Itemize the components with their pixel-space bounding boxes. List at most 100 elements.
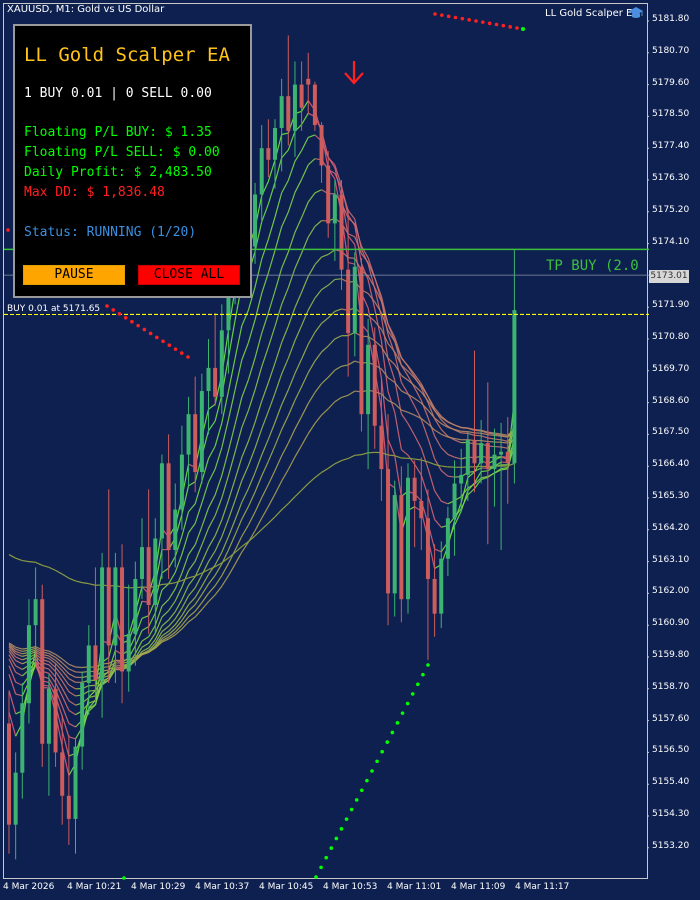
ma-ribbon-segment [287, 307, 296, 327]
ma-ribbon-segment [341, 364, 349, 367]
candle-body [66, 795, 71, 819]
ma-ribbon-segment [307, 423, 316, 434]
slow-ma-segment [327, 463, 336, 469]
candle-body [379, 425, 384, 470]
ma-ribbon-segment [294, 358, 303, 374]
slow-ma-segment [55, 569, 63, 575]
ma-ribbon-segment [227, 479, 236, 501]
ma-ribbon-segment [247, 389, 256, 411]
candle-body [219, 330, 224, 397]
slow-ma-segment [441, 465, 448, 468]
ma-ribbon-segment [261, 484, 269, 499]
sar-dot-bear [186, 355, 190, 359]
slow-ma-segment [354, 454, 362, 456]
ea-dashboard-panel: LL Gold Scalper EA 1 BUY 0.01 | 0 SELL 0… [13, 24, 252, 298]
candle-body [386, 469, 391, 594]
ma-ribbon-segment [301, 164, 309, 180]
slow-ma-segment [35, 561, 43, 566]
ma-ribbon-segment [294, 325, 303, 341]
sar-dot-bull [329, 846, 334, 850]
ma-ribbon-segment [254, 497, 263, 513]
ma-ribbon-segment [301, 236, 309, 254]
ma-ribbon-segment [367, 314, 376, 322]
ma-ribbon-segment [294, 150, 303, 162]
ma-ribbon-segment [400, 449, 409, 456]
slow-ma-segment [261, 522, 269, 530]
ma-ribbon-segment [287, 192, 296, 213]
slow-ma-segment [407, 457, 415, 460]
ma-ribbon-segment [274, 429, 283, 447]
ma-ribbon-segment [227, 358, 236, 392]
ma-ribbon-segment [194, 526, 203, 545]
ma-ribbon-segment [168, 600, 176, 612]
ma-ribbon-segment [287, 456, 296, 470]
slow-ma-segment [307, 477, 316, 484]
ma-ribbon-segment [327, 401, 336, 410]
ma-ribbon-segment [334, 365, 342, 371]
ma-ribbon-segment [481, 470, 488, 473]
ma-ribbon-segment [15, 671, 23, 677]
slow-ma-segment [267, 516, 276, 524]
ma-ribbon-segment [314, 289, 323, 299]
ma-ribbon-segment [467, 432, 475, 436]
sar-dot-bull [122, 876, 126, 880]
ma-ribbon-segment [427, 468, 436, 491]
sar-dot-bear [117, 312, 122, 316]
close-all-button[interactable]: CLOSE ALL [138, 265, 240, 285]
ma-ribbon-segment [447, 475, 455, 478]
ma-ribbon-segment [261, 411, 269, 430]
candle-body [425, 518, 430, 579]
sar-dot-bear [433, 12, 437, 16]
ma-ribbon-segment [314, 256, 323, 266]
ma-ribbon-segment [141, 626, 149, 632]
ma-ribbon-segment [281, 251, 289, 269]
ma-ribbon-segment [141, 642, 149, 648]
sar-dot-bear [487, 21, 492, 26]
candle-body [133, 578, 138, 634]
ma-ribbon-segment [287, 340, 296, 359]
time-tick: 4 Mar 10:37 [195, 882, 250, 892]
ma-ribbon-segment [15, 646, 23, 650]
ma-ribbon-segment [327, 157, 336, 166]
ma-ribbon-segment [281, 287, 289, 305]
slow-ma-segment [28, 561, 36, 563]
ma-ribbon-segment [188, 610, 196, 618]
ma-ribbon-segment [301, 433, 309, 446]
slow-ma-segment [22, 559, 30, 563]
ma-ribbon-segment [301, 403, 309, 417]
pause-button[interactable]: PAUSE [23, 265, 125, 285]
sar-dot-bear [155, 335, 159, 340]
ma-ribbon-segment [267, 159, 276, 182]
ma-ribbon-segment [227, 451, 236, 476]
ma-ribbon-segment [441, 500, 449, 505]
ma-ribbon-segment [347, 390, 356, 396]
ma-ribbon-segment [261, 312, 269, 334]
ma-ribbon-segment [294, 445, 303, 458]
candle-body [412, 477, 417, 501]
ma-ribbon-segment [287, 373, 296, 391]
ma-ribbon-segment [174, 554, 183, 573]
sar-dot-bear [440, 13, 444, 17]
ma-ribbon-segment [201, 547, 210, 563]
ma-ribbon-segment [274, 268, 283, 292]
ma-ribbon-segment [68, 668, 76, 673]
ma-ribbon-segment [321, 345, 329, 353]
ma-ribbon-segment [207, 535, 216, 548]
candle-body [199, 391, 204, 472]
candle-body [159, 463, 164, 539]
graduation-cap-icon[interactable] [628, 6, 644, 20]
ma-ribbon-segment [261, 506, 269, 519]
slow-ma-segment [15, 557, 23, 562]
candle-body [213, 367, 218, 397]
price-tick: 5159.80 [652, 650, 690, 660]
ma-ribbon-segment [261, 203, 269, 223]
sar-dot-bear [6, 228, 10, 232]
ma-ribbon-segment [15, 660, 23, 665]
price-tick: 5167.50 [652, 427, 690, 438]
candle-body [179, 454, 184, 510]
ma-ribbon-segment [247, 511, 256, 526]
ma-ribbon-segment [440, 447, 449, 455]
ma-ribbon-segment [68, 700, 76, 706]
ma-ribbon-segment [148, 612, 156, 627]
ea-name-label: LL Gold Scalper EA [545, 8, 640, 19]
